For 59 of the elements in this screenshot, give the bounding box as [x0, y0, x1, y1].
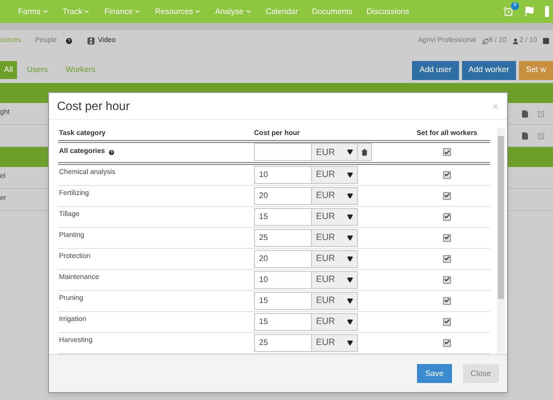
checkbox[interactable]	[443, 234, 451, 242]
checkbox[interactable]	[443, 276, 451, 284]
cost-input[interactable]: 10	[254, 270, 312, 289]
caret-icon	[347, 172, 353, 178]
dialog-button[interactable]: Save	[417, 364, 452, 383]
checkbox[interactable]	[443, 192, 451, 200]
leaf-icon	[482, 38, 489, 44]
currency-select[interactable]: EUR	[312, 334, 358, 352]
cost-input[interactable]: 20	[254, 250, 312, 268]
currency-select[interactable]: EUR	[312, 166, 358, 184]
scrollbar[interactable]	[497, 128, 505, 354]
checkbox[interactable]	[443, 254, 451, 263]
caret-icon	[42, 8, 49, 15]
checkbox[interactable]	[443, 338, 451, 347]
currency-select[interactable]: EUR	[312, 292, 358, 310]
caret-icon	[83, 8, 90, 15]
caret-icon	[244, 8, 252, 15]
caret-icon	[347, 298, 353, 304]
cost-input[interactable]: 25	[254, 334, 312, 352]
currency-select[interactable]: EUR	[312, 312, 358, 331]
cost-input[interactable]: 20	[254, 186, 312, 205]
document-icon[interactable]	[521, 110, 529, 118]
cost-input[interactable]	[254, 143, 312, 162]
currency-select[interactable]: EUR	[312, 208, 358, 226]
checkbox[interactable]	[443, 170, 451, 179]
caret-icon	[347, 149, 353, 156]
checkbox[interactable]	[443, 212, 451, 221]
caret-icon	[347, 276, 353, 283]
cost-input[interactable]: 15	[254, 208, 312, 226]
trash-icon	[361, 148, 368, 156]
checkbox[interactable]	[443, 148, 451, 156]
currency-select[interactable]: EUR	[312, 143, 358, 162]
document-icon[interactable]	[521, 132, 529, 140]
user-icon	[512, 38, 520, 44]
caret-icon	[347, 234, 353, 241]
caret-icon	[194, 8, 202, 15]
modal-title: Cost per hour	[57, 98, 130, 115]
caret-icon	[347, 340, 353, 346]
currency-select[interactable]: EUR	[312, 186, 358, 205]
caret-icon	[134, 8, 141, 15]
checkbox[interactable]	[443, 296, 451, 305]
caret-icon	[347, 214, 353, 220]
checkbox[interactable]	[443, 318, 451, 326]
currency-select[interactable]: EUR	[312, 250, 358, 268]
delete-button[interactable]	[358, 143, 372, 162]
cost-input[interactable]: 15	[254, 292, 312, 310]
currency-select[interactable]: EUR	[312, 228, 358, 247]
action-button[interactable]: Add user	[412, 60, 459, 80]
action-button[interactable]: Add worker	[462, 60, 516, 80]
caret-icon	[347, 318, 353, 325]
caret-icon	[347, 256, 353, 262]
film-icon	[86, 37, 95, 45]
cost-input[interactable]: 25	[254, 228, 312, 247]
caret-icon	[21, 38, 26, 44]
help-icon[interactable]	[64, 37, 73, 45]
caret-icon	[347, 192, 353, 199]
currency-select[interactable]: EUR	[312, 270, 358, 289]
cost-input[interactable]: 15	[254, 312, 312, 331]
cost-input[interactable]: 10	[254, 166, 312, 184]
